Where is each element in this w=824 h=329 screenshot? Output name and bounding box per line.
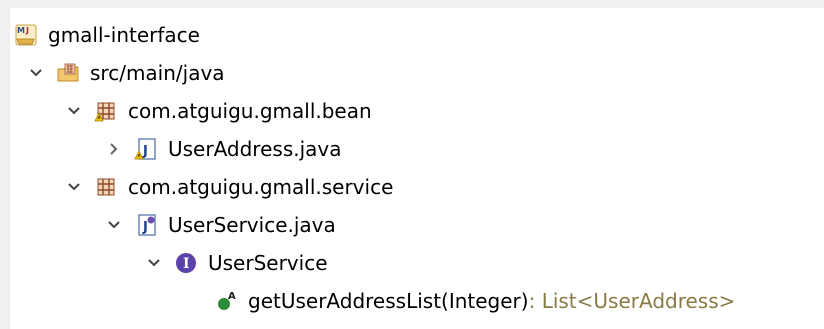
chevron-right-icon[interactable] [106, 141, 122, 157]
tree-row-method-get-user-address-list[interactable]: A getUserAddressList(Integer) : List<Use… [214, 282, 735, 320]
chevron-down-icon[interactable] [66, 103, 82, 119]
interface-icon: I [174, 251, 198, 275]
project-label: gmall-interface [48, 23, 200, 47]
tree-row-package-service[interactable]: com.atguigu.gmall.service [66, 168, 393, 206]
tree-row-user-service-file[interactable]: J UserService.java [106, 206, 336, 244]
tree-row-source-folder[interactable]: src/main/java [28, 54, 225, 92]
source-folder-icon [56, 61, 80, 85]
svg-text:J: J [142, 144, 148, 159]
svg-text:I: I [183, 256, 190, 272]
tree-row-user-address-file[interactable]: J UserAddress.java [106, 130, 342, 168]
java-interface-file-icon: J [134, 213, 158, 237]
package-icon [94, 99, 118, 123]
user-address-file-label: UserAddress.java [168, 137, 342, 161]
method-label: getUserAddressList(Integer) [248, 289, 529, 313]
chevron-down-icon[interactable] [146, 255, 162, 271]
package-bean-label: com.atguigu.gmall.bean [128, 99, 372, 123]
abstract-public-method-icon: A [214, 289, 238, 313]
maven-java-project-icon: M J [14, 23, 38, 47]
tree-row-project[interactable]: M J gmall-interface [14, 16, 200, 54]
package-icon [94, 175, 118, 199]
svg-text:J: J [142, 220, 148, 235]
user-service-interface-label: UserService [208, 251, 328, 275]
package-service-label: com.atguigu.gmall.service [128, 175, 394, 199]
source-folder-label: src/main/java [90, 61, 225, 85]
java-file-icon: J [134, 137, 158, 161]
tree-row-package-bean[interactable]: com.atguigu.gmall.bean [66, 92, 372, 130]
svg-text:J: J [25, 26, 29, 35]
chevron-down-icon[interactable] [66, 179, 82, 195]
method-return-type: : List<UserAddress> [528, 289, 736, 313]
chevron-down-icon[interactable] [106, 217, 122, 233]
tree-row-user-service-interface[interactable]: I UserService [146, 244, 328, 282]
user-service-file-label: UserService.java [168, 213, 336, 237]
svg-text:M: M [17, 26, 25, 35]
svg-text:A: A [228, 291, 236, 302]
chevron-down-icon[interactable] [28, 65, 44, 81]
project-explorer-panel: M J gmall-interface src/main/java com.at… [0, 0, 824, 329]
